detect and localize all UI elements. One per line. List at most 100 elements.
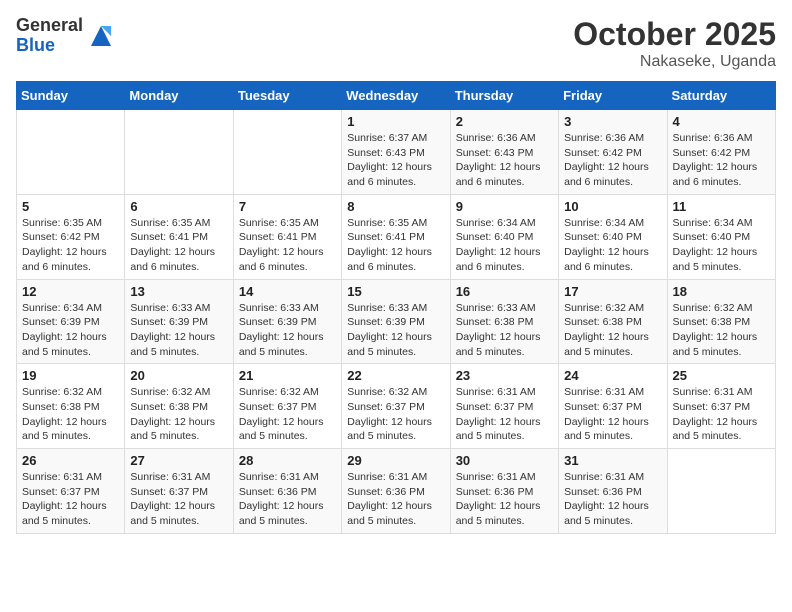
calendar-cell: 26Sunrise: 6:31 AM Sunset: 6:37 PM Dayli…: [17, 449, 125, 534]
page-header: General Blue October 2025 Nakaseke, Ugan…: [16, 16, 776, 71]
month-title: October 2025: [573, 16, 776, 53]
day-info: Sunrise: 6:33 AM Sunset: 6:39 PM Dayligh…: [130, 301, 227, 360]
calendar-cell: 17 Sunrise: 6:32 AM Sunset: 6:38 PM Dayli…: [559, 279, 667, 364]
day-number: 26: [22, 453, 119, 468]
day-info: Sunrise: 6:31 AM Sunset: 6:37 PM Dayligh…: [130, 470, 227, 529]
calendar-cell: 6 Sunrise: 6:35 AM Sunset: 6:41 PM Daylig…: [125, 194, 233, 279]
calendar-cell: 13Sunrise: 6:33 AM Sunset: 6:39 PM Dayli…: [125, 279, 233, 364]
day-number: 11: [673, 199, 770, 214]
day-number: 28: [239, 453, 336, 468]
calendar-cell: 1Sunrise: 6:37 AM Sunset: 6:43 PM Daylig…: [342, 110, 450, 195]
calendar-cell: 29 Sunrise: 6:31 AM Sunset: 6:36 PM Dayli…: [342, 449, 450, 534]
calendar-week-row: 5 Sunrise: 6:35 AM Sunset: 6:42 PM Daylig…: [17, 194, 776, 279]
calendar-cell: 18 Sunrise: 6:32 AM Sunset: 6:38 PM Dayli…: [667, 279, 775, 364]
day-info: Sunrise: 6:35 AM Sunset: 6:42 PM Dayligh…: [22, 216, 119, 275]
calendar-cell: 19Sunrise: 6:32 AM Sunset: 6:38 PM Dayli…: [17, 364, 125, 449]
day-info: Sunrise: 6:32 AM Sunset: 6:38 PM Dayligh…: [564, 301, 661, 360]
day-number: 3: [564, 114, 661, 129]
day-number: 29: [347, 453, 444, 468]
day-number: 23: [456, 368, 553, 383]
calendar-cell: 24 Sunrise: 6:31 AM Sunset: 6:37 PM Dayli…: [559, 364, 667, 449]
calendar-cell: 11 Sunrise: 6:34 AM Sunset: 6:40 PM Dayli…: [667, 194, 775, 279]
calendar-cell: [233, 110, 341, 195]
day-info: Sunrise: 6:32 AM Sunset: 6:38 PM Dayligh…: [673, 301, 770, 360]
day-number: 31: [564, 453, 661, 468]
calendar-week-row: 12 Sunrise: 6:34 AM Sunset: 6:39 PM Dayli…: [17, 279, 776, 364]
column-header-thursday: Thursday: [450, 82, 558, 110]
calendar-cell: 9Sunrise: 6:34 AM Sunset: 6:40 PM Daylig…: [450, 194, 558, 279]
day-number: 30: [456, 453, 553, 468]
day-info: Sunrise: 6:33 AM Sunset: 6:39 PM Dayligh…: [239, 301, 336, 360]
day-info: Sunrise: 6:32 AM Sunset: 6:37 PM Dayligh…: [347, 385, 444, 444]
calendar-cell: 20 Sunrise: 6:32 AM Sunset: 6:38 PM Dayli…: [125, 364, 233, 449]
day-info: Sunrise: 6:34 AM Sunset: 6:40 PM Dayligh…: [564, 216, 661, 275]
day-info: Sunrise: 6:34 AM Sunset: 6:40 PM Dayligh…: [456, 216, 553, 275]
calendar-table: SundayMondayTuesdayWednesdayThursdayFrid…: [16, 81, 776, 534]
calendar-cell: 2 Sunrise: 6:36 AM Sunset: 6:43 PM Daylig…: [450, 110, 558, 195]
day-number: 14: [239, 284, 336, 299]
day-info: Sunrise: 6:31 AM Sunset: 6:36 PM Dayligh…: [239, 470, 336, 529]
day-number: 7: [239, 199, 336, 214]
day-info: Sunrise: 6:34 AM Sunset: 6:39 PM Dayligh…: [22, 301, 119, 360]
day-number: 25: [673, 368, 770, 383]
day-number: 16: [456, 284, 553, 299]
calendar-cell: 21Sunrise: 6:32 AM Sunset: 6:37 PM Dayli…: [233, 364, 341, 449]
calendar-cell: 22 Sunrise: 6:32 AM Sunset: 6:37 PM Dayli…: [342, 364, 450, 449]
calendar-cell: 23 Sunrise: 6:31 AM Sunset: 6:37 PM Dayli…: [450, 364, 558, 449]
calendar-week-row: 26 Sunrise: 6:31 AM Sunset: 6:37 PM Dayli…: [17, 449, 776, 534]
logo-general: General: [16, 16, 83, 36]
day-number: 12: [22, 284, 119, 299]
day-info: Sunrise: 6:31 AM Sunset: 6:37 PM Dayligh…: [564, 385, 661, 444]
day-info: Sunrise: 6:36 AM Sunset: 6:42 PM Dayligh…: [564, 131, 661, 190]
calendar-cell: 30Sunrise: 6:31 AM Sunset: 6:36 PM Dayli…: [450, 449, 558, 534]
logo-icon: [87, 22, 115, 50]
calendar-cell: [17, 110, 125, 195]
day-info: Sunrise: 6:36 AM Sunset: 6:43 PM Dayligh…: [456, 131, 553, 190]
calendar-cell: 31 Sunrise: 6:31 AM Sunset: 6:36 PM Dayli…: [559, 449, 667, 534]
calendar-cell: 15Sunrise: 6:33 AM Sunset: 6:39 PM Dayli…: [342, 279, 450, 364]
day-info: Sunrise: 6:35 AM Sunset: 6:41 PM Dayligh…: [239, 216, 336, 275]
calendar-week-row: 19Sunrise: 6:32 AM Sunset: 6:38 PM Dayli…: [17, 364, 776, 449]
day-number: 17: [564, 284, 661, 299]
calendar-cell: [667, 449, 775, 534]
day-number: 27: [130, 453, 227, 468]
column-header-tuesday: Tuesday: [233, 82, 341, 110]
day-number: 4: [673, 114, 770, 129]
day-info: Sunrise: 6:36 AM Sunset: 6:42 PM Dayligh…: [673, 131, 770, 190]
day-info: Sunrise: 6:34 AM Sunset: 6:40 PM Dayligh…: [673, 216, 770, 275]
calendar-cell: 27 Sunrise: 6:31 AM Sunset: 6:37 PM Dayli…: [125, 449, 233, 534]
day-info: Sunrise: 6:32 AM Sunset: 6:37 PM Dayligh…: [239, 385, 336, 444]
day-info: Sunrise: 6:32 AM Sunset: 6:38 PM Dayligh…: [130, 385, 227, 444]
calendar-header-row: SundayMondayTuesdayWednesdayThursdayFrid…: [17, 82, 776, 110]
day-info: Sunrise: 6:31 AM Sunset: 6:37 PM Dayligh…: [673, 385, 770, 444]
day-number: 6: [130, 199, 227, 214]
day-number: 18: [673, 284, 770, 299]
day-info: Sunrise: 6:31 AM Sunset: 6:37 PM Dayligh…: [456, 385, 553, 444]
day-number: 20: [130, 368, 227, 383]
day-info: Sunrise: 6:33 AM Sunset: 6:39 PM Dayligh…: [347, 301, 444, 360]
day-info: Sunrise: 6:32 AM Sunset: 6:38 PM Dayligh…: [22, 385, 119, 444]
calendar-cell: 8Sunrise: 6:35 AM Sunset: 6:41 PM Daylig…: [342, 194, 450, 279]
day-number: 10: [564, 199, 661, 214]
calendar-cell: [125, 110, 233, 195]
logo-blue: Blue: [16, 36, 83, 56]
column-header-monday: Monday: [125, 82, 233, 110]
calendar-cell: 12 Sunrise: 6:34 AM Sunset: 6:39 PM Dayli…: [17, 279, 125, 364]
day-number: 5: [22, 199, 119, 214]
column-header-saturday: Saturday: [667, 82, 775, 110]
day-info: Sunrise: 6:31 AM Sunset: 6:36 PM Dayligh…: [347, 470, 444, 529]
day-info: Sunrise: 6:35 AM Sunset: 6:41 PM Dayligh…: [130, 216, 227, 275]
day-number: 8: [347, 199, 444, 214]
calendar-cell: 14 Sunrise: 6:33 AM Sunset: 6:39 PM Dayli…: [233, 279, 341, 364]
location-title: Nakaseke, Uganda: [573, 53, 776, 71]
day-info: Sunrise: 6:31 AM Sunset: 6:36 PM Dayligh…: [564, 470, 661, 529]
column-header-friday: Friday: [559, 82, 667, 110]
day-number: 22: [347, 368, 444, 383]
day-number: 1: [347, 114, 444, 129]
title-block: October 2025 Nakaseke, Uganda: [573, 16, 776, 71]
calendar-cell: 25 Sunrise: 6:31 AM Sunset: 6:37 PM Dayli…: [667, 364, 775, 449]
day-number: 2: [456, 114, 553, 129]
calendar-cell: 7 Sunrise: 6:35 AM Sunset: 6:41 PM Daylig…: [233, 194, 341, 279]
day-number: 24: [564, 368, 661, 383]
calendar-cell: 28 Sunrise: 6:31 AM Sunset: 6:36 PM Dayli…: [233, 449, 341, 534]
